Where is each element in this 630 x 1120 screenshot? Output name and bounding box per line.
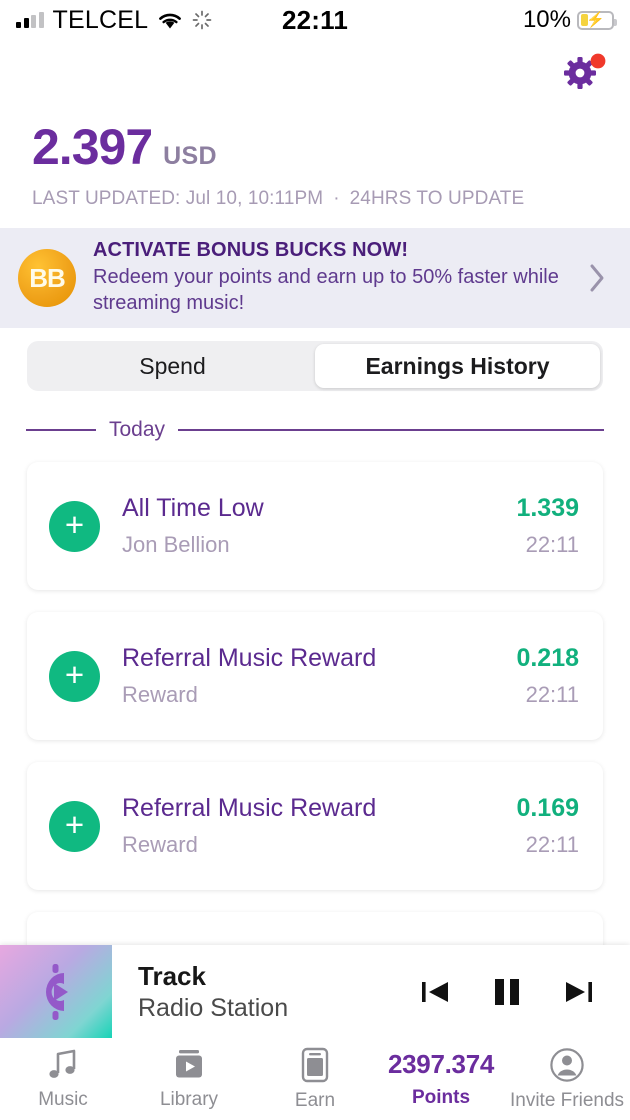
tab-points[interactable]: 2397.374 Points <box>378 1049 504 1109</box>
app-screen: TELCEL 22:11 10% ⚡ 2.397 USD LAST UPDATE… <box>0 0 630 1120</box>
tab-library[interactable]: Library <box>126 1048 252 1111</box>
row-main: All Time Low Jon Bellion <box>122 494 516 558</box>
tab-spend[interactable]: Spend <box>30 344 315 388</box>
player-track-title: Track <box>138 960 206 991</box>
status-bar: TELCEL 22:11 10% ⚡ <box>0 0 630 40</box>
row-main: Referral Music Reward Reward <box>122 794 516 858</box>
points-value: 2397.374 <box>387 1049 495 1079</box>
banner-title: ACTIVATE BONUS BUCKS NOW! <box>93 239 409 262</box>
balance-row: 2.397 USD <box>32 118 524 176</box>
row-time: 22:11 <box>525 532 579 557</box>
last-updated-label: LAST UPDATED: Jul 10, 10:11PM <box>32 188 324 209</box>
tab-label: Earn <box>294 1089 336 1111</box>
row-title: Referral Music Reward <box>122 794 377 822</box>
meta-separator: · <box>333 188 340 209</box>
plus-icon: + <box>49 500 100 552</box>
cent-play-icon <box>46 963 68 1020</box>
row-amount: 0.218 <box>516 644 579 672</box>
player-track-subtitle: Radio Station <box>138 993 289 1022</box>
row-title: Referral Music Reward <box>122 644 377 672</box>
invite-person-icon <box>550 1047 584 1082</box>
row-main: Referral Music Reward Reward <box>122 644 516 708</box>
tab-music[interactable]: Music <box>0 1048 126 1111</box>
bonus-bucks-banner[interactable]: BB ACTIVATE BONUS BUCKS NOW! Redeem your… <box>0 228 630 328</box>
banner-body: Redeem your points and earn up to 50% fa… <box>93 266 559 314</box>
day-divider: Today <box>26 418 604 442</box>
bottom-navigation: Music Library Earn 2397.374 Points Invit… <box>0 1038 630 1120</box>
notification-dot <box>590 53 606 69</box>
pause-icon[interactable] <box>488 973 526 1011</box>
table-row[interactable]: + All Time Low Jon Bellion 1.339 22:11 <box>27 462 603 590</box>
album-artwork[interactable] <box>0 945 112 1038</box>
earnings-list[interactable]: + All Time Low Jon Bellion 1.339 22:11 +… <box>27 462 603 1040</box>
balance-meta: LAST UPDATED: Jul 10, 10:11PM · 24HRS TO… <box>32 188 524 210</box>
library-play-icon <box>176 1049 202 1077</box>
now-playing-bar[interactable]: Track Radio Station <box>0 945 630 1038</box>
divider-line-right <box>178 429 604 431</box>
tab-earn[interactable]: Earn <box>252 1047 378 1112</box>
banner-text: ACTIVATE BONUS BUCKS NOW! Redeem your po… <box>93 239 578 316</box>
tab-label: Invite Friends <box>509 1089 625 1111</box>
row-subtitle: Reward <box>122 832 198 857</box>
player-controls <box>418 973 596 1011</box>
row-right: 1.339 22:11 <box>516 494 579 558</box>
settings-button[interactable] <box>562 52 608 94</box>
battery-percent-label: 10% <box>522 6 571 33</box>
bonus-bucks-badge: BB <box>18 249 76 307</box>
plus-icon: + <box>49 800 100 852</box>
table-row[interactable]: + Referral Music Reward Reward 0.169 22:… <box>27 762 603 890</box>
row-subtitle: Reward <box>122 682 198 707</box>
row-time: 22:11 <box>525 682 579 707</box>
segmented-control: Spend Earnings History <box>27 341 603 391</box>
chevron-right-icon <box>590 264 604 292</box>
balance-amount: 2.397 <box>32 119 153 175</box>
row-amount: 0.169 <box>516 794 579 822</box>
row-title: All Time Low <box>122 494 264 522</box>
row-time: 22:11 <box>525 832 579 857</box>
gear-icon <box>564 53 606 89</box>
plus-icon: + <box>49 650 100 702</box>
divider-line-left <box>26 429 96 431</box>
row-subtitle: Jon Bellion <box>122 532 230 557</box>
tab-invite-friends[interactable]: Invite Friends <box>504 1047 630 1112</box>
status-bar-right: 10% ⚡ <box>522 6 617 34</box>
tab-label: Library <box>159 1088 219 1110</box>
tab-earnings-history[interactable]: Earnings History <box>315 344 600 388</box>
player-meta: Track Radio Station <box>138 961 418 1023</box>
tab-label: Points <box>411 1087 471 1108</box>
skip-next-icon[interactable] <box>562 975 596 1009</box>
balance-currency: USD <box>163 142 217 170</box>
update-note-label: 24HRS TO UPDATE <box>349 188 525 209</box>
table-row[interactable]: + Referral Music Reward Reward 0.218 22:… <box>27 612 603 740</box>
row-right: 0.218 22:11 <box>516 644 579 708</box>
row-right: 0.169 22:11 <box>516 794 579 858</box>
row-amount: 1.339 <box>516 494 579 522</box>
phone-earn-icon <box>301 1047 329 1082</box>
battery-charging-icon: ⚡ <box>577 10 617 30</box>
tab-label: Music <box>38 1088 88 1110</box>
music-note-icon <box>49 1049 76 1078</box>
balance-block: 2.397 USD LAST UPDATED: Jul 10, 10:11PM … <box>32 118 524 210</box>
skip-previous-icon[interactable] <box>418 975 452 1009</box>
day-label: Today <box>109 418 166 441</box>
